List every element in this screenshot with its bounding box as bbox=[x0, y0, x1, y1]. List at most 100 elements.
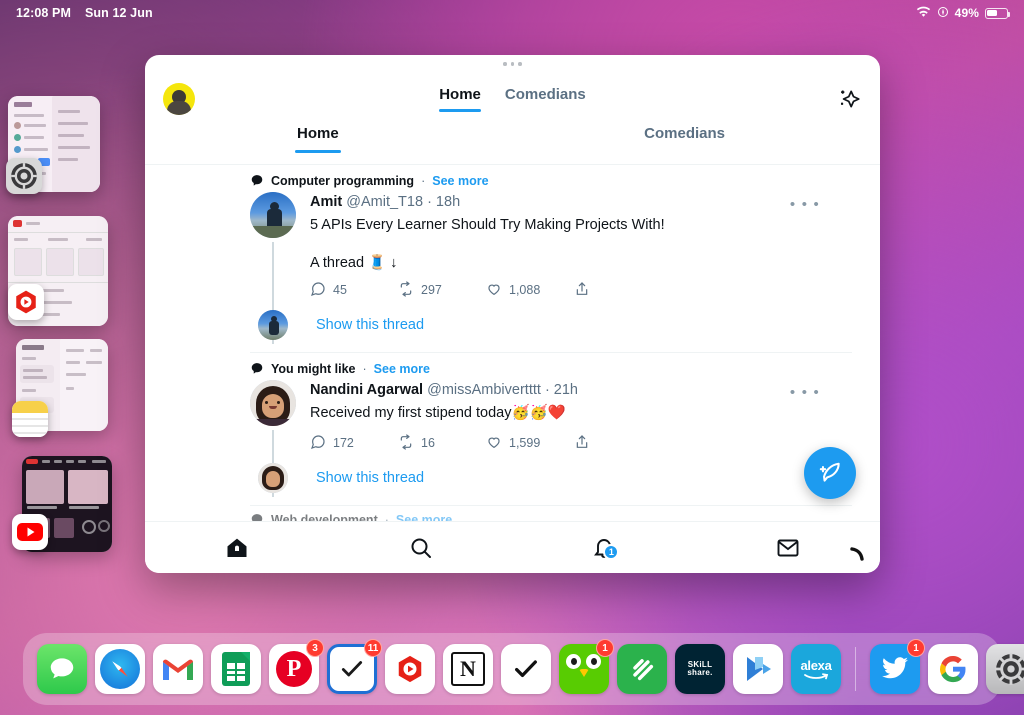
thread-avatar bbox=[258, 309, 288, 340]
bottom-navigation[interactable]: 1 bbox=[145, 521, 880, 573]
retweet-icon bbox=[398, 434, 414, 453]
settings-icon[interactable] bbox=[6, 158, 42, 194]
youtube-studio-icon[interactable] bbox=[8, 284, 44, 320]
tweet-handle[interactable]: @Amit_T18 bbox=[346, 194, 423, 210]
dock-item-notion[interactable]: N bbox=[443, 644, 493, 694]
see-more-link[interactable]: See more bbox=[432, 174, 488, 188]
more-options-icon[interactable]: • • • bbox=[790, 384, 820, 401]
share-action[interactable] bbox=[574, 434, 662, 453]
like-count: 1,599 bbox=[509, 436, 541, 451]
dock-item-play[interactable] bbox=[733, 644, 783, 694]
retweet-icon bbox=[398, 281, 414, 300]
dock-item-things[interactable]: 11 bbox=[327, 639, 382, 694]
dock-item-skillshare[interactable]: SKiLL share. bbox=[675, 644, 725, 694]
topic-separator: · bbox=[421, 174, 426, 188]
home-icon bbox=[227, 538, 247, 557]
youtube-icon[interactable] bbox=[12, 514, 48, 550]
tweet-time: · 21h bbox=[544, 381, 578, 398]
dock-item-duolingo[interactable]: 1 bbox=[559, 639, 614, 694]
wifi-icon bbox=[916, 6, 931, 21]
window-grabber[interactable] bbox=[145, 55, 880, 73]
like-action[interactable]: 1,088 bbox=[486, 281, 574, 300]
tweet-text: 5 APIs Every Learner Should Try Making P… bbox=[310, 216, 665, 233]
dock-item-settings[interactable] bbox=[986, 644, 1024, 694]
reply-action[interactable]: 45 bbox=[310, 281, 398, 300]
share-action[interactable] bbox=[574, 281, 662, 300]
tweet-author-name[interactable]: Nandini Agarwal bbox=[310, 382, 423, 398]
search-icon bbox=[411, 538, 431, 558]
tab-comedians[interactable]: Comedians bbox=[644, 125, 725, 153]
tweet-row[interactable]: Amit @Amit_T18 · 18h 5 APIs Every Learne… bbox=[145, 190, 880, 344]
topic-separator: · bbox=[362, 361, 367, 376]
more-options-icon[interactable]: • • • bbox=[790, 196, 820, 213]
sparkle-icon[interactable] bbox=[836, 86, 862, 112]
topic-header: You might like · See more bbox=[145, 353, 880, 378]
topic-header: Computer programming · See more bbox=[145, 165, 880, 190]
see-more-link[interactable]: See more bbox=[374, 362, 430, 376]
reply-icon bbox=[310, 281, 326, 300]
dock-item-messages[interactable] bbox=[37, 644, 87, 694]
dock-item-google[interactable] bbox=[928, 644, 978, 694]
retweet-count: 297 bbox=[421, 283, 442, 298]
share-icon bbox=[574, 434, 590, 453]
dock-item-twitter[interactable]: 1 bbox=[870, 639, 925, 694]
tweet-text: Received my first stipend today🥳🥳❤️ bbox=[310, 404, 566, 421]
show-thread-link[interactable]: Show this thread bbox=[298, 470, 424, 486]
tab-home[interactable]: Home bbox=[295, 125, 341, 153]
nav-home[interactable] bbox=[145, 536, 329, 560]
dock-item-todoist[interactable] bbox=[501, 644, 551, 694]
nav-notifications[interactable]: 1 bbox=[513, 536, 697, 560]
tweet-header: Amit @Amit_T18 · 18h bbox=[310, 193, 820, 212]
secondary-tab-bar: Home Comedians bbox=[145, 125, 880, 165]
tweet-handle[interactable]: @missAmbivertttt bbox=[427, 382, 541, 398]
notes-icon[interactable] bbox=[12, 401, 48, 437]
nav-search[interactable] bbox=[329, 536, 513, 560]
dock-item-gmail[interactable] bbox=[153, 644, 203, 694]
status-bar: 12:08 PM Sun 12 Jun 49% bbox=[0, 0, 1024, 26]
twitter-window[interactable]: Home Comedians Home Comedians Computer p… bbox=[145, 55, 880, 573]
topic-name: You might like bbox=[271, 361, 356, 376]
retweet-action[interactable]: 16 bbox=[398, 434, 486, 453]
app-switcher[interactable] bbox=[0, 96, 118, 566]
retweet-count: 16 bbox=[421, 436, 435, 451]
heart-icon bbox=[486, 281, 502, 300]
dock-item-safari[interactable] bbox=[95, 644, 145, 694]
top-tab-comedians[interactable]: Comedians bbox=[505, 86, 586, 112]
dock-badge: 3 bbox=[306, 639, 324, 657]
mail-icon bbox=[777, 539, 799, 556]
app-top-bar: Home Comedians bbox=[145, 73, 880, 125]
dock-item-youtube-studio[interactable] bbox=[385, 644, 435, 694]
dock[interactable]: P 3 11 N 1 SKiLL share. alexa 1 bbox=[23, 633, 1024, 705]
top-tab-home[interactable]: Home bbox=[439, 86, 481, 112]
reply-action[interactable]: 172 bbox=[310, 434, 398, 453]
avatar[interactable] bbox=[250, 379, 296, 426]
share-icon bbox=[574, 281, 590, 300]
avatar[interactable] bbox=[250, 192, 296, 238]
reply-icon bbox=[310, 434, 326, 453]
alexa-label: alexa bbox=[800, 657, 832, 673]
profile-avatar[interactable] bbox=[163, 83, 195, 115]
dock-item-pinterest[interactable]: P 3 bbox=[269, 639, 324, 694]
like-action[interactable]: 1,599 bbox=[486, 434, 574, 453]
timeline-feed[interactable]: Computer programming · See more Amit @Am… bbox=[145, 165, 880, 553]
window-resize-handle[interactable] bbox=[848, 545, 868, 565]
retweet-action[interactable]: 297 bbox=[398, 281, 486, 300]
thread-avatar bbox=[258, 462, 288, 493]
show-thread-link[interactable]: Show this thread bbox=[298, 317, 424, 333]
tweet-actions: 45 297 1,088 bbox=[310, 271, 820, 300]
dock-item-alexa[interactable]: alexa bbox=[791, 644, 841, 694]
tweet-text-secondary: A thread 🧵 ↓ bbox=[310, 254, 398, 271]
tweet-time: · 18h bbox=[427, 194, 461, 210]
topic-name: Computer programming bbox=[271, 174, 415, 188]
orientation-lock-icon bbox=[937, 6, 949, 21]
compose-tweet-button[interactable] bbox=[804, 447, 856, 499]
topic-pin-icon bbox=[250, 174, 264, 188]
tweet-row[interactable]: Nandini Agarwal @missAmbivertttt · 21h R… bbox=[145, 378, 880, 497]
tweet-author-name[interactable]: Amit bbox=[310, 194, 342, 210]
dock-item-google-sheets[interactable] bbox=[211, 644, 261, 694]
status-time: 12:08 PM bbox=[16, 6, 71, 20]
show-thread-row[interactable]: Show this thread bbox=[145, 453, 880, 505]
tweet-header: Nandini Agarwal @missAmbivertttt · 21h bbox=[310, 381, 820, 400]
dock-item-feedly[interactable] bbox=[617, 644, 667, 694]
show-thread-row[interactable]: Show this thread bbox=[145, 300, 880, 352]
